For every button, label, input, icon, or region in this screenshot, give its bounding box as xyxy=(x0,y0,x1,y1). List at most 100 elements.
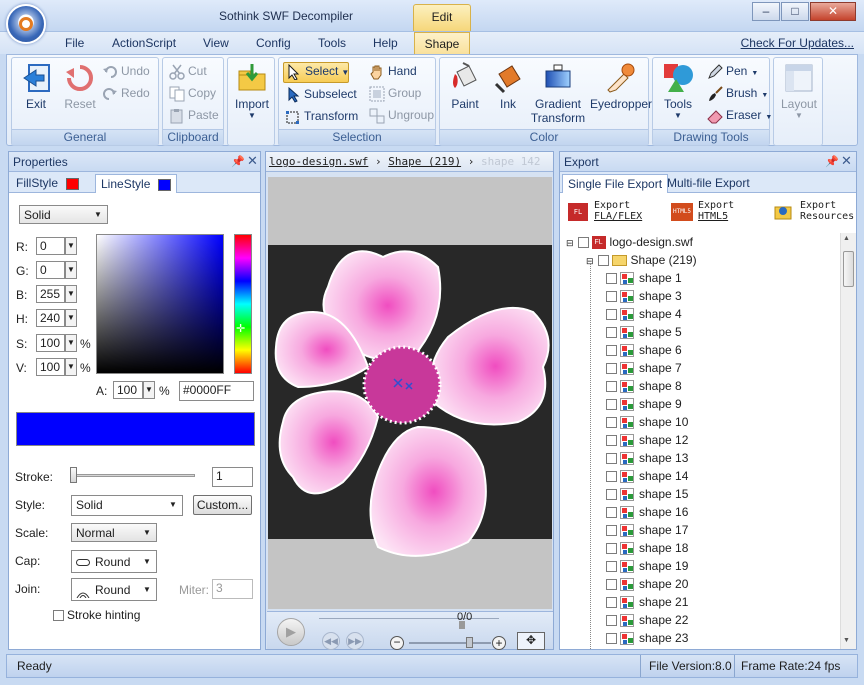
zoom-in-icon[interactable]: + xyxy=(492,636,506,650)
redo-button[interactable]: Redo xyxy=(102,86,150,104)
paste-button[interactable]: Paste xyxy=(169,108,219,126)
zoom-out-icon[interactable]: − xyxy=(390,636,404,650)
tree-item-shape[interactable]: shape 8 xyxy=(606,379,682,397)
minimize-button[interactable]: – xyxy=(752,2,780,21)
exit-button[interactable]: Exit xyxy=(16,62,56,111)
breadcrumb-file[interactable]: logo-design.swf xyxy=(269,155,368,168)
tab-fillstyle[interactable]: FillStyle xyxy=(11,174,84,193)
flower-artwork[interactable] xyxy=(268,217,552,577)
item-checkbox[interactable] xyxy=(606,291,617,303)
tools-button[interactable]: Tools ▼ xyxy=(657,62,699,120)
play-button[interactable]: ▶ xyxy=(277,618,305,646)
fill-type-select[interactable]: Solid ▼ xyxy=(19,205,108,224)
rewind-button[interactable]: ◀◀ xyxy=(322,632,340,650)
spinner-icon[interactable]: ▼ xyxy=(143,381,155,399)
menu-actionscript[interactable]: ActionScript xyxy=(112,36,176,50)
panel-close-icon[interactable]: ✕ xyxy=(247,153,258,169)
tree-item-shape[interactable]: shape 9 xyxy=(606,397,682,415)
menu-view[interactable]: View xyxy=(203,36,229,50)
hex-input[interactable]: #0000FF xyxy=(179,381,254,401)
tab-single-file-export[interactable]: Single File Export xyxy=(562,174,669,193)
tree-folder-shape[interactable]: ⊟ Shape (219) xyxy=(586,253,697,271)
menu-file[interactable]: File xyxy=(65,36,84,50)
tree-item-shape[interactable]: shape 6 xyxy=(606,343,682,361)
tree-item-shape[interactable]: shape 12 xyxy=(606,433,688,451)
tree-item-shape[interactable]: shape 5 xyxy=(606,325,682,343)
fit-to-window-icon[interactable]: ✥ xyxy=(517,632,545,650)
group-button[interactable]: Group xyxy=(369,86,421,104)
reset-button[interactable]: Reset xyxy=(60,62,100,111)
menu-config[interactable]: Config xyxy=(256,36,291,50)
tree-item-shape[interactable]: shape 16 xyxy=(606,505,688,523)
check-updates-link[interactable]: Check For Updates... xyxy=(741,36,854,50)
select-button[interactable]: Select ▼ xyxy=(283,62,349,83)
item-checkbox[interactable] xyxy=(606,273,617,285)
folder-checkbox[interactable] xyxy=(597,255,609,267)
eraser-button[interactable]: Eraser ▼ xyxy=(707,108,772,126)
spinner-icon[interactable]: ▼ xyxy=(65,334,77,352)
paint-button[interactable]: Paint xyxy=(444,62,486,111)
scroll-down-icon[interactable]: ▼ xyxy=(843,637,850,644)
maximize-button[interactable]: □ xyxy=(781,2,809,21)
item-checkbox[interactable] xyxy=(606,471,617,483)
stroke-slider-thumb[interactable] xyxy=(70,467,77,483)
export-scrollbar[interactable]: ▲ ▼ xyxy=(840,233,856,649)
canvas-area[interactable] xyxy=(268,177,552,609)
tree-root[interactable]: ⊟ FL logo-design.swf xyxy=(566,235,693,253)
alpha-input[interactable]: 100 ▼ xyxy=(113,381,155,399)
tree-item-shape[interactable]: shape 19 xyxy=(606,559,688,577)
copy-button[interactable]: Copy xyxy=(169,86,216,104)
spinner-icon[interactable]: ▼ xyxy=(65,309,77,327)
tree-item-shape[interactable]: shape 1 xyxy=(606,271,682,289)
scale-select[interactable]: Normal ▼ xyxy=(71,523,157,542)
tree-item-shape[interactable]: shape 4 xyxy=(606,307,682,325)
close-button[interactable]: ✕ xyxy=(810,2,856,21)
b-input[interactable]: 255 ▼ xyxy=(36,285,77,303)
checkbox-box[interactable] xyxy=(53,610,64,622)
g-input[interactable]: 0 ▼ xyxy=(36,261,77,279)
item-checkbox[interactable] xyxy=(606,381,617,393)
tree-item-shape[interactable]: shape 20 xyxy=(606,577,688,595)
item-checkbox[interactable] xyxy=(606,597,617,609)
transform-button[interactable]: Transform xyxy=(285,109,358,127)
root-checkbox[interactable] xyxy=(577,237,589,249)
tab-linestyle[interactable]: LineStyle xyxy=(95,174,178,193)
tree-item-shape[interactable]: shape 17 xyxy=(606,523,688,541)
tree-item-shape[interactable]: shape 15 xyxy=(606,487,688,505)
item-checkbox[interactable] xyxy=(606,561,617,573)
item-checkbox[interactable] xyxy=(606,417,617,429)
tree-item-shape[interactable]: shape 21 xyxy=(606,595,688,613)
item-checkbox[interactable] xyxy=(606,345,617,357)
spinner-icon[interactable]: ▼ xyxy=(65,261,77,279)
stroke-slider[interactable] xyxy=(73,474,195,477)
tree-item-shape[interactable]: shape 10 xyxy=(606,415,688,433)
tree-item-shape[interactable]: shape 3 xyxy=(606,289,682,307)
cut-button[interactable]: Cut xyxy=(169,64,207,82)
spinner-icon[interactable]: ▼ xyxy=(65,237,77,255)
color-gradient-picker[interactable] xyxy=(96,234,224,374)
menu-shape[interactable]: Shape xyxy=(414,32,470,54)
layout-button[interactable]: Layout ▼ xyxy=(777,62,821,120)
hue-slider[interactable] xyxy=(234,234,252,374)
item-checkbox[interactable] xyxy=(606,363,617,375)
tree-item-shape[interactable]: shape 7 xyxy=(606,361,682,379)
tree-item-shape[interactable]: shape 22 xyxy=(606,613,688,631)
h-input[interactable]: 240 ▼ xyxy=(36,309,77,327)
spinner-icon[interactable]: ▼ xyxy=(65,358,77,376)
style-select[interactable]: Solid ▼ xyxy=(71,495,183,516)
import-button[interactable]: Import ▼ xyxy=(231,62,273,120)
item-checkbox[interactable] xyxy=(606,489,617,501)
menu-help[interactable]: Help xyxy=(373,36,398,50)
subselect-button[interactable]: Subselect xyxy=(285,86,357,105)
breadcrumb-folder[interactable]: Shape (219) xyxy=(388,155,461,168)
ink-button[interactable]: Ink xyxy=(490,62,526,111)
item-checkbox[interactable] xyxy=(606,453,617,465)
menu-tools[interactable]: Tools xyxy=(318,36,346,50)
item-checkbox[interactable] xyxy=(606,615,617,627)
item-checkbox[interactable] xyxy=(606,327,617,339)
undo-button[interactable]: Undo xyxy=(102,64,150,82)
gradient-transform-button[interactable]: Gradient Transform xyxy=(528,62,588,125)
collapse-icon[interactable]: ⊟ xyxy=(566,238,574,248)
r-input[interactable]: 0 ▼ xyxy=(36,237,77,255)
pen-button[interactable]: Pen ▼ xyxy=(707,64,758,82)
